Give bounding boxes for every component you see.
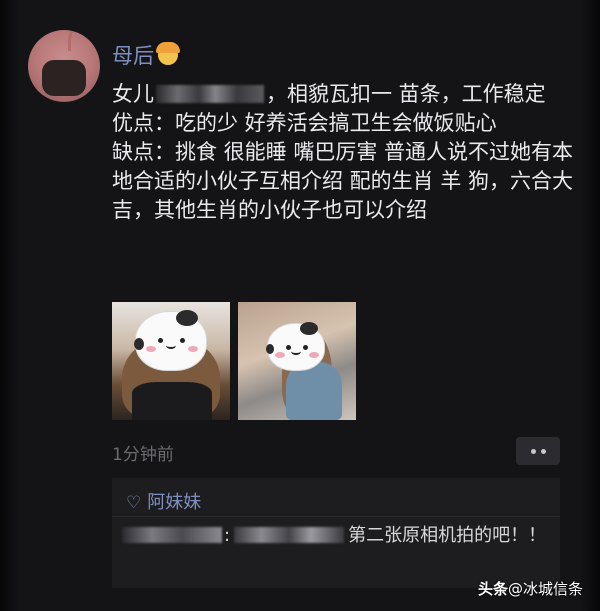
post-line-1-suffix: ，相貌瓦扣一 苗条，工作稳定 — [266, 82, 546, 106]
likes-row: ♡ 阿妹妹 — [126, 488, 201, 514]
post-author[interactable]: 母后 — [112, 40, 180, 70]
cat-sticker-icon — [266, 322, 324, 370]
watermark-brand: 头条 — [478, 580, 509, 598]
avatar-hair-tuft — [68, 30, 91, 51]
post-line-3: 缺点：挑食 很能睡 嘴巴厉害 普通人说不过她有本地合适的小伙子互相介绍 配的生肖… — [112, 140, 574, 222]
comment-line: : 第二张原相机拍的吧！！ — [122, 522, 550, 549]
dot-icon — [530, 448, 536, 454]
dot-icon — [540, 448, 546, 454]
blurred-redaction — [156, 85, 264, 103]
woman-emoji-icon — [156, 42, 180, 65]
photo-shirt — [132, 382, 212, 420]
post-line-2: 优点：吃的少 好养活会搞卫生会做饭贴心 — [112, 111, 497, 135]
heart-outline-icon: ♡ — [126, 493, 142, 513]
watermark-handle: @冰城信条 — [508, 580, 584, 598]
post-line-1: 女儿 ，相貌瓦扣一 苗条，工作稳定 — [112, 80, 580, 109]
likes-comments-panel: ♡ 阿妹妹 : 第二张原相机拍的吧！！ — [112, 478, 560, 588]
post-timestamp: 1分钟前 — [112, 445, 174, 465]
more-options-button[interactable] — [516, 437, 560, 465]
author-name[interactable]: 母后 — [112, 44, 154, 68]
photo-thumbnail-2[interactable] — [238, 302, 356, 420]
blurred-commenter-name — [122, 527, 222, 543]
divider — [112, 516, 560, 517]
photo-coat — [286, 362, 342, 420]
comment-text: 第二张原相机拍的吧！！ — [348, 525, 547, 546]
liker-name[interactable]: 阿妹妹 — [147, 492, 201, 513]
avatar-mask — [42, 60, 86, 96]
comment-separator: : — [224, 525, 231, 546]
photo-thumbnail-1[interactable] — [112, 302, 230, 420]
watermark: 头条@冰城信条 — [478, 578, 583, 599]
cat-sticker-icon — [134, 310, 206, 370]
comment[interactable]: : 第二张原相机拍的吧！！ — [122, 522, 550, 549]
post-line-1-prefix: 女儿 — [112, 82, 154, 106]
post-text: 女儿 ，相貌瓦扣一 苗条，工作稳定 优点：吃的少 好养活会搞卫生会做饭贴心 缺点：… — [112, 80, 580, 225]
avatar[interactable] — [28, 30, 100, 102]
blurred-redaction — [234, 527, 345, 543]
